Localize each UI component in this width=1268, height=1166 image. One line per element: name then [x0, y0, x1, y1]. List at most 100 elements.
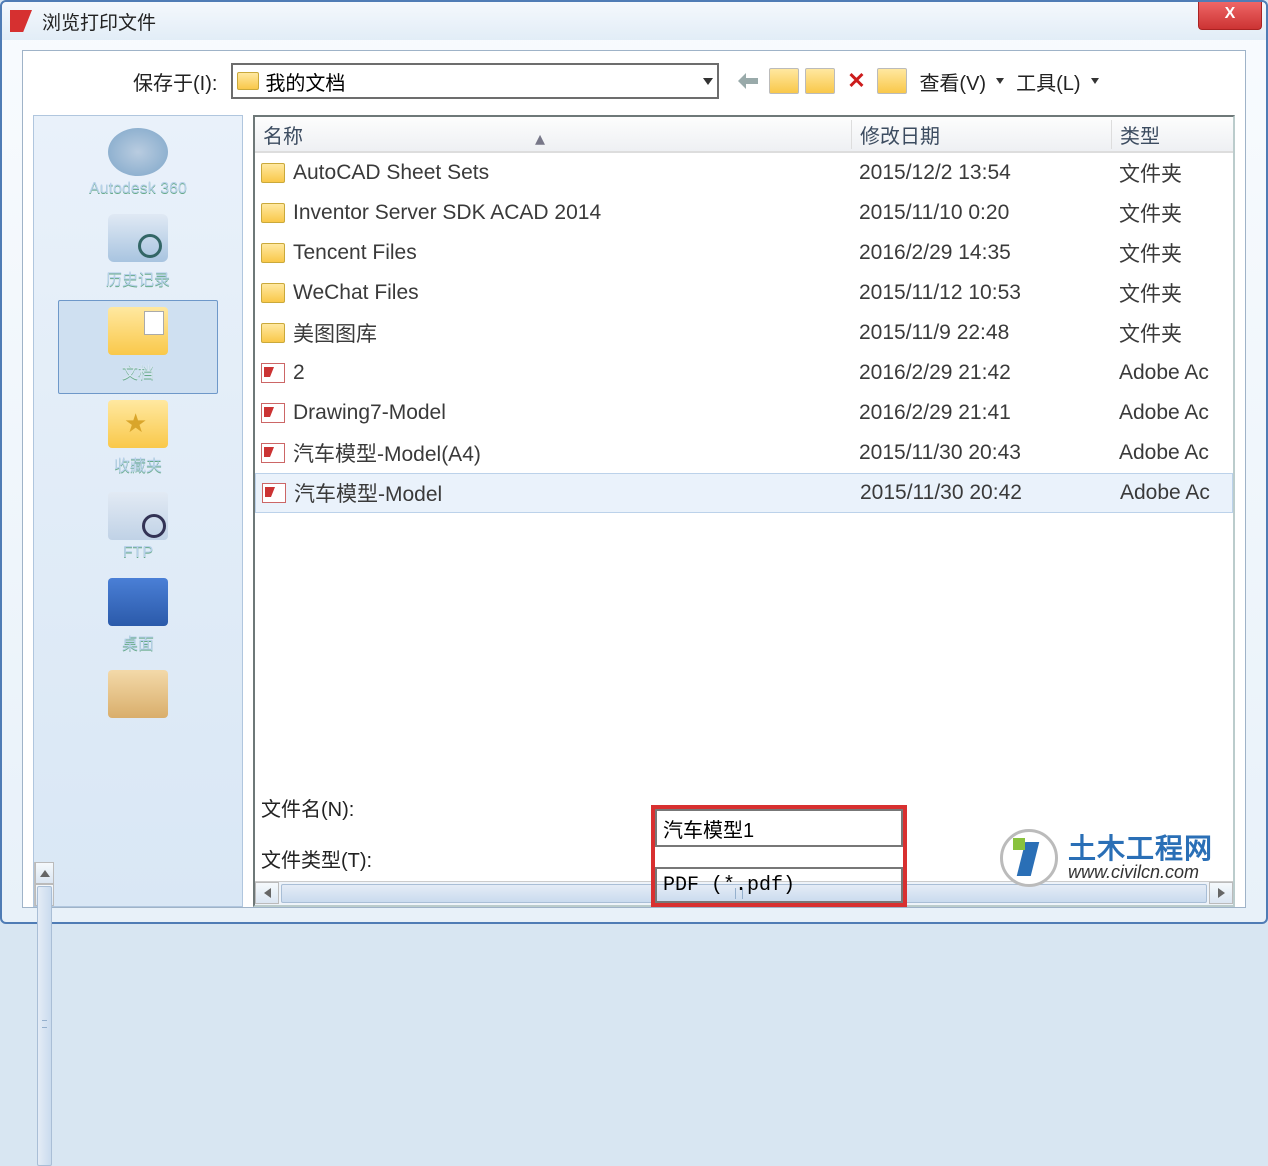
- file-name: WeChat Files: [293, 281, 419, 305]
- sidebar-item-favorites[interactable]: 收藏夹: [34, 394, 242, 486]
- location-row: 保存于(I): 我的文档 ✕ 查看(V) 工具(L): [23, 51, 1245, 113]
- sidebar-item-more[interactable]: [34, 664, 242, 732]
- column-type[interactable]: 类型: [1111, 120, 1233, 149]
- file-type: Adobe Ac: [1111, 441, 1233, 465]
- file-row[interactable]: Tencent Files 2016/2/29 14:35文件夹: [255, 233, 1233, 273]
- sidebar-item-label: 收藏夹: [34, 452, 242, 476]
- folder-icon: [261, 323, 285, 343]
- ftp-icon: [108, 492, 168, 540]
- box-icon: [108, 670, 168, 718]
- sidebar-item-ftp[interactable]: FTP: [34, 486, 242, 572]
- file-row[interactable]: AutoCAD Sheet Sets2015/12/2 13:54文件夹: [255, 153, 1233, 193]
- file-date: 2015/11/30 20:42: [852, 481, 1112, 505]
- watermark-text: 土木工程网 www.civilcn.com: [1068, 834, 1213, 882]
- file-date: 2015/12/2 13:54: [851, 161, 1111, 185]
- sidebar-item-history[interactable]: 历史记录: [34, 208, 242, 300]
- file-date: 2016/2/29 14:35: [851, 241, 1111, 265]
- watermark: 土木工程网 www.civilcn.com: [1000, 829, 1213, 887]
- file-type: Adobe Ac: [1112, 481, 1232, 505]
- documents-icon: [108, 307, 168, 355]
- history-icon: [108, 214, 168, 262]
- delete-button[interactable]: ✕: [841, 68, 871, 94]
- scroll-up-button[interactable]: [35, 862, 54, 884]
- open-folder-button[interactable]: [769, 68, 799, 94]
- chevron-down-icon: [996, 78, 1004, 84]
- pdf-icon: [261, 443, 285, 463]
- bottom-fields: 文件名(N): 文件类型(T): 汽车模型1 PDF (*.pdf): [253, 777, 1229, 907]
- view-menu-label: 查看(V): [919, 67, 986, 96]
- main-area: Autodesk 360 历史记录 文档 收藏夹: [23, 115, 1245, 907]
- search-button[interactable]: [805, 68, 835, 94]
- folder-icon: [261, 163, 285, 183]
- filetype-select[interactable]: PDF (*.pdf): [655, 867, 903, 903]
- folder-icon: [261, 203, 285, 223]
- pdf-icon: [261, 363, 285, 383]
- places-sidebar: Autodesk 360 历史记录 文档 收藏夹: [33, 115, 243, 907]
- favorites-icon: [108, 400, 168, 448]
- window-title: 浏览打印文件: [42, 8, 156, 35]
- sidebar-item-label: 桌面: [34, 630, 242, 654]
- folder-icon: [261, 243, 285, 263]
- back-button[interactable]: [733, 68, 763, 94]
- filename-input[interactable]: 汽车模型1: [655, 809, 903, 847]
- sidebar-scrollbar[interactable]: [34, 862, 54, 906]
- sidebar-item-label: FTP: [34, 544, 242, 562]
- filetype-label: 文件类型(T):: [261, 844, 401, 873]
- file-row[interactable]: Inventor Server SDK ACAD 20142015/11/10 …: [255, 193, 1233, 233]
- file-row[interactable]: 22016/2/29 21:42Adobe Ac: [255, 353, 1233, 393]
- file-list: AutoCAD Sheet Sets 2015/12/2 13:54 文件夹 Inve…: [255, 153, 1233, 881]
- folder-icon: [261, 283, 285, 303]
- file-row[interactable]: 汽车模型-Model(A4) 2015/11/30 20:43Adobe Ac: [255, 433, 1233, 473]
- filename-label: 文件名(N):: [261, 793, 401, 822]
- file-date: 2015/11/9 22:48: [851, 321, 1111, 345]
- file-name: Inventor Server SDK ACAD 2014: [293, 201, 601, 225]
- sidebar-item-documents[interactable]: 文档: [58, 300, 218, 394]
- file-type: 文件夹: [1111, 238, 1233, 268]
- file-row[interactable]: 美图图库 2015/11/9 22:48文件夹: [255, 313, 1233, 353]
- chevron-down-icon: [703, 78, 713, 85]
- location-combo[interactable]: 我的文档: [231, 63, 719, 99]
- scroll-thumb[interactable]: [37, 886, 52, 1166]
- file-date: 2015/11/30 20:43: [851, 441, 1111, 465]
- savein-label: 保存于(I):: [133, 67, 217, 96]
- file-date: 2016/2/29 21:41: [851, 401, 1111, 425]
- sidebar-item-label: Autodesk 360: [34, 180, 242, 198]
- close-button[interactable]: X: [1198, 2, 1262, 30]
- titlebar: 浏览打印文件 X: [2, 2, 1266, 40]
- desktop-icon: [108, 578, 168, 626]
- file-row[interactable]: 汽车模型-Model 2015/11/30 20:42Adobe Ac: [255, 473, 1233, 513]
- view-menu[interactable]: 查看(V): [919, 67, 1004, 96]
- file-name: AutoCAD Sheet Sets: [293, 161, 489, 185]
- column-date[interactable]: 修改日期: [851, 120, 1111, 149]
- watermark-logo-icon: [1000, 829, 1058, 887]
- file-row[interactable]: WeChat Files2015/11/12 10:53文件夹: [255, 273, 1233, 313]
- highlighted-fields: 汽车模型1 PDF (*.pdf): [651, 805, 907, 907]
- tools-menu-label: 工具(L): [1016, 67, 1080, 96]
- file-type: Adobe Ac: [1111, 401, 1233, 425]
- chevron-down-icon: [1091, 78, 1099, 84]
- file-name: 美图图库: [293, 318, 377, 348]
- tools-menu[interactable]: 工具(L): [1016, 67, 1098, 96]
- folder-icon: [237, 72, 259, 90]
- sidebar-item-desktop[interactable]: 桌面: [34, 572, 242, 664]
- file-date: 2016/2/29 21:42: [851, 361, 1111, 385]
- file-date: 2015/11/12 10:53: [851, 281, 1111, 305]
- sidebar-item-autodesk360[interactable]: Autodesk 360: [34, 122, 242, 208]
- file-row[interactable]: Drawing7-Model 2016/2/29 21:41Adobe Ac: [255, 393, 1233, 433]
- sidebar-item-label: 历史记录: [34, 266, 242, 290]
- watermark-cn: 土木工程网: [1068, 834, 1213, 863]
- pdf-icon: [261, 403, 285, 423]
- app-icon: [10, 10, 32, 32]
- file-type: 文件夹: [1111, 318, 1233, 348]
- file-name: Tencent Files: [293, 241, 417, 265]
- sidebar-inner: Autodesk 360 历史记录 文档 收藏夹: [34, 116, 242, 862]
- dialog-body: 保存于(I): 我的文档 ✕ 查看(V) 工具(L): [22, 50, 1246, 908]
- new-folder-button[interactable]: [877, 68, 907, 94]
- file-name: Drawing7-Model: [293, 401, 446, 425]
- file-name: 汽车模型-Model: [294, 478, 442, 508]
- file-name: 汽车模型-Model(A4): [293, 438, 481, 468]
- sidebar-item-label: 文档: [59, 359, 217, 383]
- dialog-window: 浏览打印文件 X 保存于(I): 我的文档 ✕ 查看(V): [0, 0, 1268, 924]
- file-list-header: 名称 修改日期 类型: [255, 117, 1233, 153]
- column-name[interactable]: 名称: [255, 120, 851, 149]
